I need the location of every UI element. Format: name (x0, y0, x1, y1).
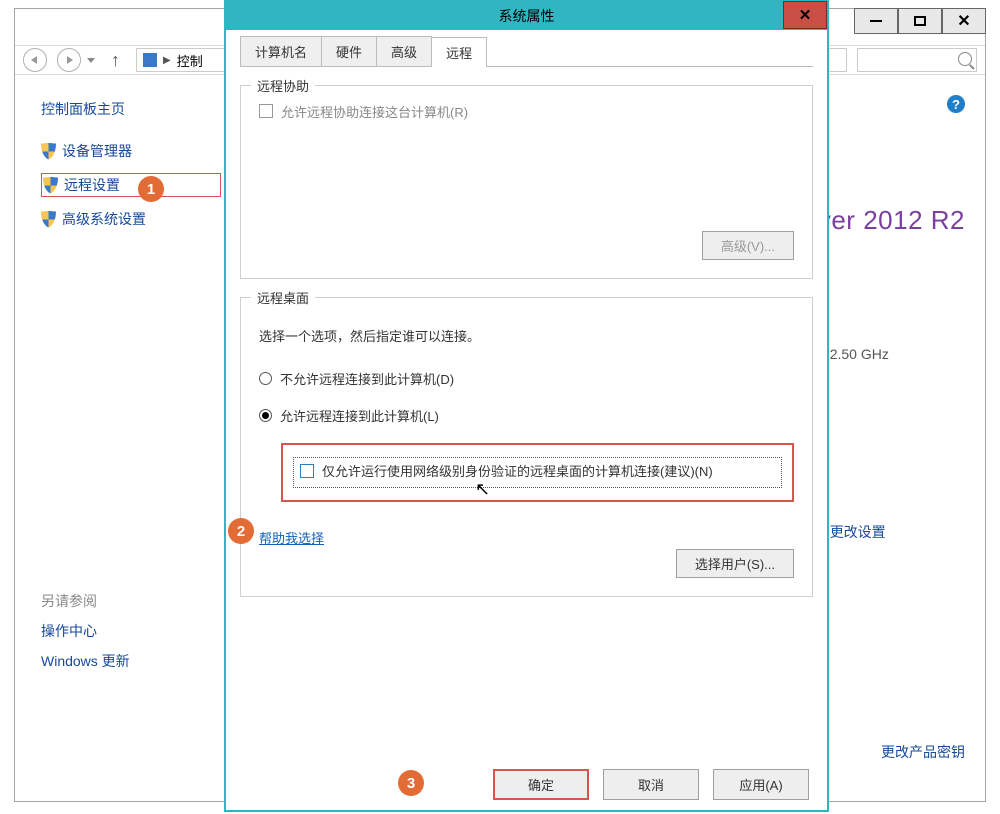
radio-deny-label: 不允许远程连接到此计算机(D) (280, 369, 454, 388)
see-also-section: 另请参阅 操作中心 Windows 更新 (41, 591, 130, 681)
nla-checkbox-label: 仅允许运行使用网络级别身份验证的远程桌面的计算机连接(建议)(N) (322, 462, 713, 483)
tab-advanced[interactable]: 高级 (376, 36, 432, 66)
radio-allow-label: 允许远程连接到此计算机(L) (280, 406, 439, 425)
remote-assistance-title: 远程协助 (251, 76, 315, 95)
select-users-button[interactable]: 选择用户(S)... (676, 549, 794, 578)
change-settings-link[interactable]: 更改设置 (809, 522, 965, 542)
close-button[interactable]: ✕ (942, 8, 986, 34)
os-brand-text: rver 2012 R2 (809, 205, 965, 236)
remote-settings-label: 远程设置 (64, 175, 120, 195)
address-icon (143, 53, 157, 67)
nla-checkbox[interactable]: 仅允许运行使用网络级别身份验证的远程桌面的计算机连接(建议)(N) (293, 457, 782, 488)
apply-button[interactable]: 应用(A) (713, 769, 809, 800)
tab-remote[interactable]: 远程 (431, 37, 487, 67)
ok-button[interactable]: 确定 (493, 769, 589, 800)
tab-strip: 计算机名 硬件 高级 远程 (240, 36, 813, 67)
see-also-header: 另请参阅 (41, 591, 130, 611)
remote-desktop-group: 远程桌面 选择一个选项，然后指定谁可以连接。 不允许远程连接到此计算机(D) 允… (240, 297, 813, 597)
checkbox-icon (300, 464, 314, 478)
address-text: 控制 (177, 51, 203, 70)
dialog-button-row: 确定 取消 应用(A) (493, 769, 809, 800)
minimize-button[interactable] (854, 8, 898, 34)
dialog-title: 系统属性 (499, 6, 555, 26)
advanced-system-settings-link[interactable]: 高级系统设置 (41, 209, 221, 229)
remote-desktop-description: 选择一个选项，然后指定谁可以连接。 (259, 326, 794, 345)
dialog-body: 计算机名 硬件 高级 远程 远程协助 允许远程协助连接这台计算机(R) 高级(V… (240, 36, 813, 762)
search-input[interactable] (857, 48, 977, 72)
checkbox-icon (259, 104, 273, 118)
advanced-system-settings-label: 高级系统设置 (62, 209, 146, 229)
annotation-badge-2: 2 (228, 518, 254, 544)
device-manager-label: 设备管理器 (62, 141, 132, 161)
nla-highlight-box: 仅允许运行使用网络级别身份验证的远程桌面的计算机连接(建议)(N) ↖ (281, 443, 794, 502)
search-icon (958, 52, 972, 66)
remote-assistance-group: 远程协助 允许远程协助连接这台计算机(R) 高级(V)... (240, 85, 813, 279)
windows-update-link[interactable]: Windows 更新 (41, 651, 130, 671)
radio-icon (259, 372, 272, 385)
radio-allow-remote[interactable]: 允许远程连接到此计算机(L) (259, 406, 794, 425)
allow-remote-assistance-label: 允许远程协助连接这台计算机(R) (281, 102, 468, 121)
radio-deny-remote[interactable]: 不允许远程连接到此计算机(D) (259, 369, 794, 388)
help-me-choose-link[interactable]: 帮助我选择 (259, 528, 324, 547)
help-icon[interactable]: ? (947, 95, 965, 113)
shield-icon (41, 143, 56, 160)
cpu-info-text: Hz 2.50 GHz (809, 346, 965, 362)
device-manager-link[interactable]: 设备管理器 (41, 141, 221, 161)
shield-icon (43, 177, 58, 194)
left-nav: 控制面板主页 设备管理器 远程设置 高级系统设置 (41, 99, 221, 241)
cancel-button[interactable]: 取消 (603, 769, 699, 800)
remote-assistance-advanced-button: 高级(V)... (702, 231, 794, 260)
change-settings-label: 更改设置 (830, 522, 886, 542)
remote-settings-link[interactable]: 远程设置 (41, 173, 221, 197)
action-center-link[interactable]: 操作中心 (41, 621, 130, 641)
radio-icon (259, 409, 272, 422)
nav-up-button[interactable]: ↑ (105, 50, 126, 71)
nav-forward-button[interactable] (57, 48, 81, 72)
maximize-button[interactable] (898, 8, 942, 34)
nav-back-button[interactable] (23, 48, 47, 72)
shield-icon (41, 211, 56, 228)
remote-desktop-title: 远程桌面 (251, 288, 315, 307)
tab-hardware[interactable]: 硬件 (321, 36, 377, 66)
window-title-buttons: ✕ (854, 8, 986, 34)
allow-remote-assistance-checkbox: 允许远程协助连接这台计算机(R) (259, 102, 468, 121)
control-panel-home-link[interactable]: 控制面板主页 (41, 99, 221, 119)
tab-computer-name[interactable]: 计算机名 (240, 36, 322, 66)
chevron-right-icon: ▶ (163, 55, 171, 66)
system-properties-dialog: 系统属性 ✕ 计算机名 硬件 高级 远程 远程协助 允许远程协助连接这台计算机(… (224, 0, 829, 812)
dialog-close-button[interactable]: ✕ (783, 1, 827, 29)
dialog-titlebar: 系统属性 ✕ (226, 2, 827, 30)
right-pane: ? rver 2012 R2 Hz 2.50 GHz 更改设置 更改产品密钥 (809, 95, 965, 762)
nav-history-dropdown-icon[interactable] (87, 58, 95, 63)
annotation-badge-1: 1 (138, 176, 164, 202)
change-product-key-link[interactable]: 更改产品密钥 (809, 742, 965, 762)
annotation-badge-3: 3 (398, 770, 424, 796)
